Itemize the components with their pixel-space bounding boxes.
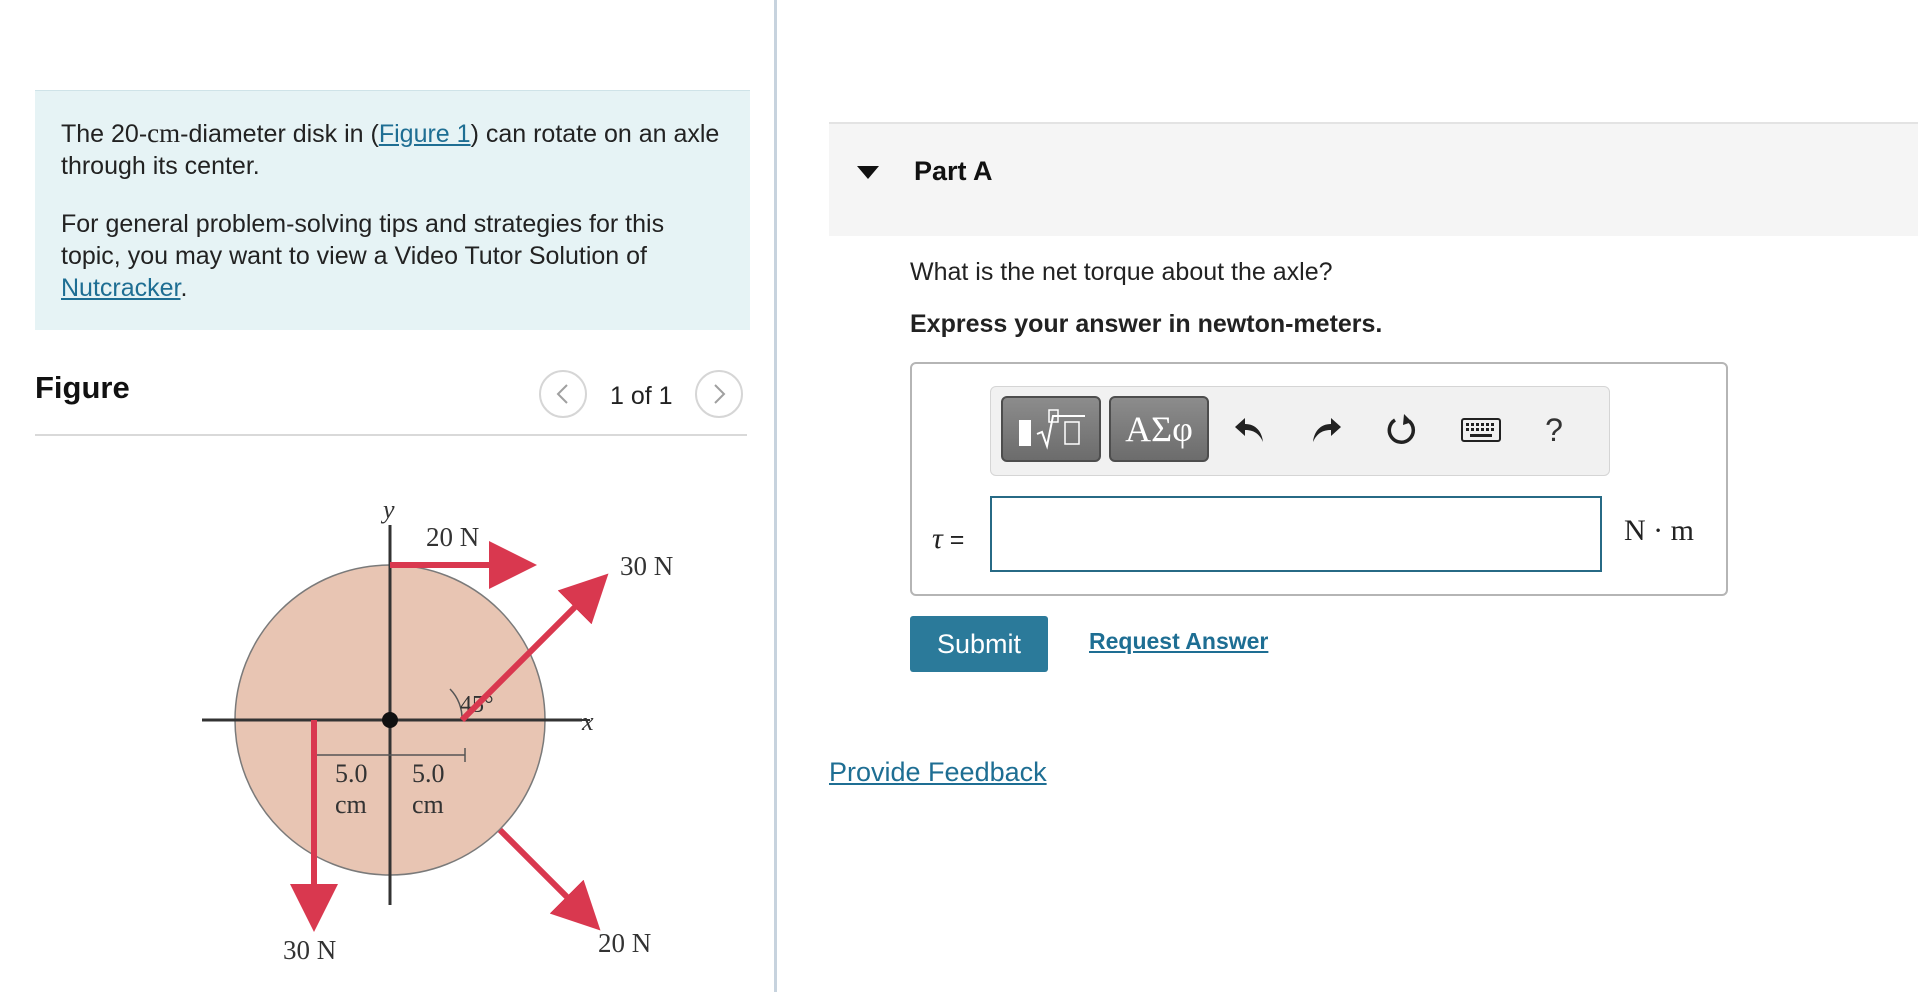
- problem-intro: The 20-cm-diameter disk in (Figure 1) ca…: [35, 90, 750, 330]
- distance-right-unit: cm: [412, 790, 444, 819]
- answer-variable-label: τ =: [932, 522, 964, 556]
- submit-button[interactable]: Submit: [910, 616, 1048, 672]
- problem-statement: The 20-cm-diameter disk in (Figure 1) ca…: [61, 117, 724, 182]
- distance-left-value: 5.0: [335, 759, 368, 788]
- prev-figure-button[interactable]: [539, 370, 587, 418]
- force-label-bottom-right: 20 N: [598, 928, 651, 958]
- reset-icon: [1387, 414, 1416, 444]
- axle: [382, 712, 398, 728]
- nutcracker-link[interactable]: Nutcracker: [61, 274, 180, 302]
- tips-text: For general problem-solving tips and str…: [61, 210, 665, 270]
- part-title: Part A: [914, 156, 993, 186]
- equals-sign: =: [942, 526, 965, 554]
- figure-pager: 1 of 1: [610, 382, 673, 410]
- y-axis-label: y: [380, 495, 395, 524]
- reset-button[interactable]: [1379, 407, 1425, 453]
- caret-down-icon: [857, 166, 879, 179]
- x-axis-label: x: [581, 707, 594, 736]
- force-label-upper-right: 30 N: [620, 551, 673, 581]
- request-answer-link[interactable]: Request Answer: [1089, 628, 1268, 655]
- tau-symbol: τ: [932, 522, 943, 555]
- tips-paragraph: For general problem-solving tips and str…: [61, 208, 724, 304]
- redo-button[interactable]: [1303, 407, 1349, 453]
- greek-symbols-button[interactable]: ΑΣφ: [1109, 396, 1209, 462]
- unit-cm: cm: [147, 118, 181, 148]
- keyboard-button[interactable]: [1453, 407, 1509, 453]
- undo-icon: [1235, 418, 1263, 442]
- undo-button[interactable]: [1227, 407, 1273, 453]
- figure-1-link[interactable]: Figure 1: [379, 120, 471, 148]
- statement-text: The 20-: [61, 120, 148, 148]
- problem-pane: The 20-cm-diameter disk in (Figure 1) ca…: [0, 0, 774, 992]
- figure-title: Figure: [35, 370, 130, 405]
- part-a-header[interactable]: Part A: [829, 122, 1918, 236]
- chevron-right-icon: [714, 384, 726, 404]
- tips-period: .: [180, 274, 188, 302]
- answer-box: ΑΣφ ? τ = N · m: [910, 362, 1728, 596]
- pane-divider[interactable]: [774, 0, 777, 992]
- distance-right-value: 5.0: [412, 759, 445, 788]
- question-text: What is the net torque about the axle?: [910, 258, 1333, 286]
- answer-unit: N · m: [1624, 514, 1694, 547]
- distance-left-unit: cm: [335, 790, 367, 819]
- statement-text-2: -diameter disk in (: [180, 120, 379, 148]
- next-figure-button[interactable]: [695, 370, 743, 418]
- disk-figure: y x 5.0 cm 5.0 cm 45° 20 N 30 N 30 N 20 …: [202, 495, 673, 965]
- provide-feedback-link[interactable]: Provide Feedback: [829, 757, 1047, 788]
- force-label-top: 20 N: [426, 522, 479, 552]
- redo-icon: [1313, 418, 1341, 442]
- force-arrow-bottom-right: [497, 827, 601, 931]
- help-button[interactable]: ?: [1531, 407, 1577, 453]
- figure-header: Figure 1 of 1: [35, 362, 747, 436]
- force-label-bottom-left: 30 N: [283, 935, 336, 965]
- math-toolbar: ΑΣφ ?: [990, 386, 1610, 476]
- chevron-left-icon: [556, 384, 568, 404]
- templates-button[interactable]: [1001, 396, 1101, 462]
- template-radical-icon: [1019, 409, 1085, 450]
- instruction-text: Express your answer in newton-meters.: [910, 310, 1383, 338]
- answer-input[interactable]: [990, 496, 1602, 572]
- keyboard-icon: [1461, 418, 1501, 442]
